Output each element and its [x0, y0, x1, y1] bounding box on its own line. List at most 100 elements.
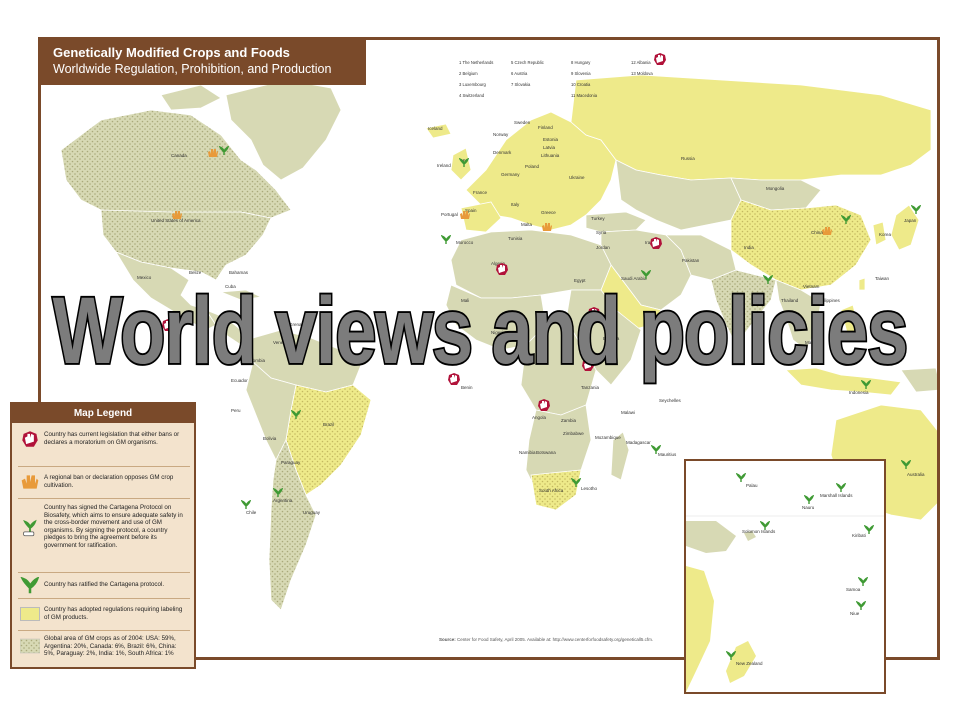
label-zimbabwe: Zimbabwe [563, 431, 584, 436]
label-latvia: Latvia [543, 145, 556, 150]
eu-key-10: 10 Croatia [571, 82, 591, 87]
eu-key-11: 11 Macedonia [571, 93, 598, 98]
legend-text-labeling: Country has adopted regulations requirin… [44, 606, 183, 621]
pacific-inset-map: Palau Marshall Islands Nauru Solomon Isl… [684, 459, 886, 694]
label-tanzania: Tanzania [581, 385, 600, 390]
eu-key-5: 5 Czech Republic [511, 60, 544, 65]
cartagena-ratified-icon [219, 146, 229, 155]
cartagena-ratified-icon [841, 215, 851, 224]
legend-item-gm-area: Global area of GM crops as of 2004: USA:… [18, 630, 190, 668]
cartagena-ratified-icon [273, 488, 283, 497]
legend-item-ratified: Country has ratified the Cartagena proto… [18, 572, 190, 597]
cartagena-ratified-icon [864, 525, 874, 534]
label-zambia: Zambia [561, 418, 577, 423]
cartagena-ratified-icon [856, 601, 866, 610]
cartagena-ratified-icon [858, 577, 868, 586]
legend-item-regional: A regional ban or declaration opposes GM… [18, 466, 190, 497]
label-germany: Germany [501, 172, 520, 177]
legend-text-regional: A regional ban or declaration opposes GM… [44, 474, 174, 489]
label-benin: Benin [461, 385, 473, 390]
land-turkey [585, 211, 647, 233]
regional-ban-hand-icon [460, 211, 470, 219]
map-source: Source: Center for Food Safety, April 20… [439, 637, 654, 642]
inset-label-samoa: Samoa [846, 587, 861, 592]
cartagena-ratified-icon [736, 473, 746, 482]
label-ireland: Ireland [437, 163, 451, 168]
label-south-africa: South Africa [539, 488, 564, 493]
label-india: India [744, 245, 754, 250]
gm-area-swatch [20, 638, 40, 654]
legend-item-signed: Country has signed the Cartagena Protoco… [18, 498, 190, 571]
overlay-title: World views and policies [51, 275, 910, 385]
label-bahamas: Bahamas [229, 270, 249, 275]
eu-key-13: 13 Moldova [631, 71, 653, 76]
label-belize: Belize [189, 270, 202, 275]
label-sweden: Sweden [514, 120, 531, 125]
label-estonia: Estonia [543, 137, 559, 142]
regional-ban-hand-icon [542, 223, 552, 231]
eu-key-3: 3 Luxembourg [459, 82, 486, 87]
cartagena-ratified-icon [20, 577, 40, 594]
label-malta: Malta [521, 222, 533, 227]
inset-label-niue: Niue [850, 611, 860, 616]
label-russia: Russia [681, 156, 695, 161]
label-argentina: Argentina [273, 498, 293, 503]
legend-text-ratified: Country has ratified the Cartagena proto… [44, 581, 165, 588]
label-peru: Peru [231, 408, 241, 413]
label-namibia: Namibia [519, 450, 536, 455]
cartagena-ratified-icon [911, 205, 921, 214]
cartagena-ratified-icon [901, 460, 911, 469]
label-morocco: Morocco [456, 240, 474, 245]
eu-key-9: 9 Slovenia [571, 71, 591, 76]
label-finland: Finland [538, 125, 553, 130]
legend-title: Map Legend [12, 404, 194, 423]
inset-land-png [686, 521, 736, 553]
inset-label-nz: New Zealand [736, 661, 763, 666]
label-poland: Poland [525, 164, 540, 169]
inset-land-australia [686, 566, 714, 692]
label-tunisia: Tunisia [508, 236, 523, 241]
inset-label-nauru: Nauru [802, 505, 815, 510]
eu-key-1: 1 The Netherlands [459, 60, 494, 65]
ban-hand-icon [538, 399, 550, 411]
label-portugal: Portugal [441, 212, 458, 217]
label-mongolia: Mongolia [766, 186, 785, 191]
labeling-swatch [20, 607, 40, 621]
label-chile: Chile [246, 510, 257, 515]
legend-text-ban: Country has current legislation that eit… [44, 431, 180, 446]
ban-hand-icon [650, 237, 662, 249]
legend-text-gm-area: Global area of GM crops as of 2004: USA:… [44, 635, 177, 658]
label-italy: Italy [511, 202, 520, 207]
label-lithuania: Lithuania [541, 153, 560, 158]
legend-item-ban: Country has current legislation that eit… [18, 428, 190, 464]
map-legend: Map Legend Country has current legislati… [10, 402, 196, 669]
cartagena-ratified-icon [571, 478, 581, 487]
label-seychelles: Seychelles [659, 398, 681, 403]
label-canada: Canada [171, 153, 187, 158]
cartagena-ratified-icon [651, 445, 661, 454]
eu-key-12: 12 Albania [631, 60, 651, 65]
cartagena-ratified-icon [760, 521, 770, 530]
label-angola: Angola [532, 415, 547, 420]
cartagena-signed-icon [23, 519, 37, 537]
label-bolivia: Bolivia [263, 436, 277, 441]
map-title-bar: Genetically Modified Crops and Foods Wor… [41, 40, 366, 85]
label-denmark: Denmark [493, 150, 512, 155]
cartagena-ratified-icon [804, 495, 814, 504]
label-uruguay: Uruguay [303, 510, 321, 515]
label-madagascar: Madagascar [626, 440, 651, 445]
label-korea: Korea [879, 232, 892, 237]
cartagena-ratified-icon [291, 410, 301, 419]
label-malawi: Malawi [621, 410, 636, 415]
label-brazil: Brazil [323, 422, 335, 427]
label-jordan: Jordan [596, 245, 610, 250]
cartagena-ratified-icon [726, 651, 736, 660]
label-lesotho: Lesotho [581, 486, 598, 491]
label-botswana: Botswana [536, 450, 556, 455]
legend-item-labeling: Country has adopted regulations requirin… [18, 598, 190, 629]
label-australia: Australia [907, 472, 925, 477]
label-france: France [473, 190, 488, 195]
label-ukraine: Ukraine [569, 175, 585, 180]
ban-hand-icon [496, 263, 508, 275]
cartagena-ratified-icon [241, 500, 251, 509]
